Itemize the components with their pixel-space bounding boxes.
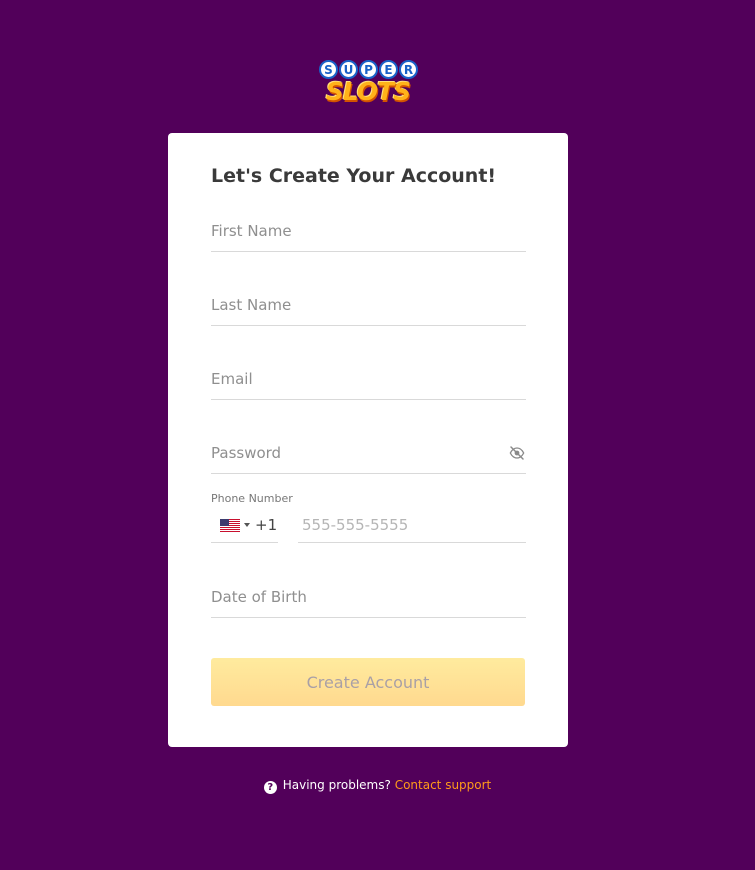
help-text: Having problems?	[282, 778, 391, 792]
country-code-select[interactable]: +1	[211, 508, 278, 543]
date-of-birth-input[interactable]	[211, 577, 526, 617]
dial-code: +1	[255, 516, 278, 534]
first-name-input[interactable]	[211, 211, 526, 251]
phone-number-input[interactable]	[298, 508, 526, 542]
caret-down-icon	[244, 523, 250, 527]
help-footer: ? Having problems? Contact support	[0, 776, 755, 794]
question-circle-icon: ?	[263, 781, 277, 794]
create-account-button[interactable]: Create Account	[211, 658, 525, 706]
super-slots-logo: S U P E R SLOTS	[318, 60, 418, 110]
first-name-field-wrapper	[211, 211, 526, 252]
email-input[interactable]	[211, 359, 526, 399]
logo-slots-wordmark: SLOTS	[325, 77, 411, 106]
email-field-wrapper	[211, 359, 526, 400]
us-flag-icon	[220, 518, 240, 532]
last-name-input[interactable]	[211, 285, 526, 325]
last-name-field-wrapper	[211, 285, 526, 326]
page-title: Let's Create Your Account!	[211, 165, 497, 187]
password-field-wrapper	[211, 433, 526, 474]
dob-field-wrapper	[211, 577, 526, 618]
phone-field-wrapper	[298, 508, 526, 543]
eye-off-icon[interactable]	[508, 445, 526, 461]
contact-support-link[interactable]: Contact support	[395, 778, 492, 792]
password-input[interactable]	[211, 433, 526, 473]
phone-number-label: Phone Number	[211, 492, 293, 505]
signup-card: Let's Create Your Account! Phone Number	[168, 133, 568, 747]
